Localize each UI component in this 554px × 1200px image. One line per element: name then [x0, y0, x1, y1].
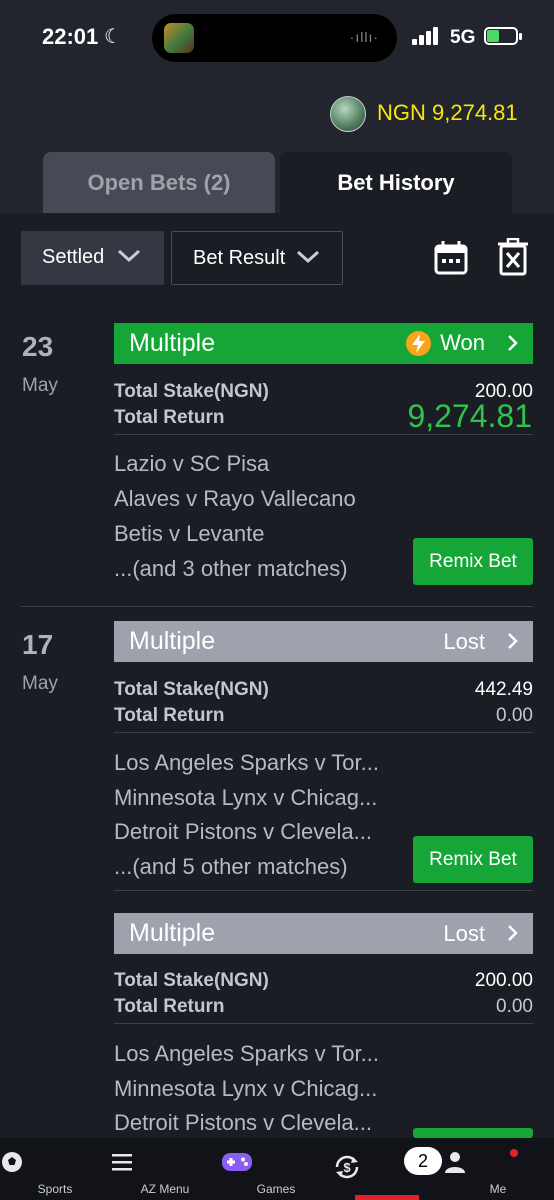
bet-date-day: 17 — [22, 629, 54, 660]
bet-date-month: May — [22, 673, 58, 694]
settled-dropdown-label: Settled — [42, 246, 105, 268]
user-icon — [445, 1152, 465, 1173]
gamepad-icon — [222, 1153, 252, 1171]
match-item: Detroit Pistons v Clevela... — [114, 1110, 372, 1135]
soccer-ball-icon — [2, 1152, 22, 1172]
bottom-nav: Sports AZ Menu Games $ Me — [0, 1138, 554, 1200]
remix-bet-button-partial[interactable] — [413, 1128, 533, 1138]
chevron-right-icon — [508, 633, 518, 649]
match-item: Los Angeles Sparks v Tor... — [114, 750, 379, 775]
bet-status-label: Lost — [443, 921, 485, 946]
balance-amount[interactable]: NGN 9,274.81 — [377, 100, 518, 126]
match-item: ...(and 3 other matches) — [114, 556, 348, 581]
app-thumbnail-icon — [164, 23, 194, 53]
chevron-right-icon — [508, 335, 518, 351]
settled-dropdown[interactable]: Settled — [21, 231, 164, 285]
section-divider — [21, 606, 533, 607]
total-stake-label: Total Stake(NGN) — [114, 381, 269, 402]
bet-result-dropdown[interactable]: Bet Result — [171, 231, 343, 285]
match-item: ...(and 5 other matches) — [114, 854, 348, 879]
divider — [114, 890, 533, 891]
remix-bet-button[interactable]: Remix Bet — [413, 538, 533, 585]
nav-games[interactable]: Games — [221, 1138, 331, 1200]
lightning-icon — [406, 330, 432, 356]
match-item: Los Angeles Sparks v Tor... — [114, 1041, 379, 1066]
bet-header-bar[interactable]: Multiple Lost — [114, 913, 533, 954]
nav-label: Games — [256, 1182, 296, 1196]
match-item: Minnesota Lynx v Chicag... — [114, 785, 378, 810]
menu-icon — [112, 1154, 132, 1171]
status-bar: 22:01 ☾ ·ıllı· 5G — [0, 0, 554, 76]
total-return-label: Total Return — [114, 996, 225, 1017]
divider — [114, 1023, 533, 1024]
signal-icon — [412, 27, 440, 45]
clear-history-icon[interactable] — [497, 238, 529, 276]
dynamic-island: ·ıllı· — [152, 14, 397, 62]
tab-open-bets[interactable]: Open Bets (2) — [43, 152, 275, 213]
total-stake-value: 200.00 — [474, 970, 533, 991]
bet-type: Multiple — [129, 919, 216, 947]
bet-date-day: 23 — [22, 331, 54, 362]
avatar[interactable] — [330, 96, 366, 132]
remix-bet-button[interactable]: Remix Bet — [413, 836, 533, 883]
total-return-value: 0.00 — [496, 705, 533, 726]
moon-icon: ☾ — [104, 26, 122, 48]
bet-status-label: Won — [440, 330, 485, 355]
bet-type: Multiple — [129, 627, 216, 655]
nav-active-indicator — [355, 1195, 419, 1200]
total-stake-label: Total Stake(NGN) — [114, 970, 269, 991]
total-stake-value: 442.49 — [474, 679, 533, 700]
nav-sports[interactable]: Sports — [0, 1138, 110, 1200]
cashout-count-badge: 2 — [404, 1147, 442, 1175]
divider — [114, 434, 533, 435]
bet-status-label: Lost — [443, 629, 485, 654]
nav-label: AZ Menu — [140, 1182, 190, 1196]
svg-text:$: $ — [343, 1160, 351, 1175]
battery-icon — [484, 27, 518, 45]
match-item: Alaves v Rayo Vallecano — [114, 486, 356, 511]
audio-wave-icon: ·ıllı· — [349, 29, 379, 45]
tab-bet-history[interactable]: Bet History — [280, 152, 512, 213]
nav-label: Me — [489, 1182, 507, 1196]
total-return-label: Total Return — [114, 407, 225, 428]
total-return-value: 9,274.81 — [407, 398, 532, 434]
bet-type: Multiple — [129, 329, 216, 357]
nav-az-menu[interactable]: AZ Menu — [110, 1138, 220, 1200]
bet-status: Won — [406, 330, 485, 358]
match-item: Detroit Pistons v Clevela... — [114, 819, 372, 844]
nav-me[interactable]: Me — [443, 1138, 553, 1200]
bet-result-dropdown-label: Bet Result — [193, 247, 286, 269]
battery-cap — [519, 33, 522, 40]
divider — [114, 732, 533, 733]
chevron-right-icon — [508, 925, 518, 941]
nav-label: Sports — [37, 1182, 73, 1196]
match-item: Lazio v SC Pisa — [114, 451, 270, 476]
chevron-down-icon — [117, 249, 141, 263]
match-item: Minnesota Lynx v Chicag... — [114, 1076, 378, 1101]
total-stake-label: Total Stake(NGN) — [114, 679, 269, 700]
bet-header-bar[interactable]: Multiple Won — [114, 323, 533, 364]
total-return-label: Total Return — [114, 705, 225, 726]
bet-header-bar[interactable]: Multiple Lost — [114, 621, 533, 662]
notification-dot — [510, 1149, 518, 1157]
calendar-icon[interactable] — [433, 240, 469, 276]
bet-date-month: May — [22, 375, 58, 396]
network-label: 5G — [450, 27, 476, 48]
status-time: 22:01 — [42, 24, 99, 49]
match-item: Betis v Levante — [114, 521, 265, 546]
cashout-icon: $ — [335, 1155, 359, 1179]
chevron-down-icon — [296, 250, 320, 264]
total-return-value: 0.00 — [496, 996, 533, 1017]
